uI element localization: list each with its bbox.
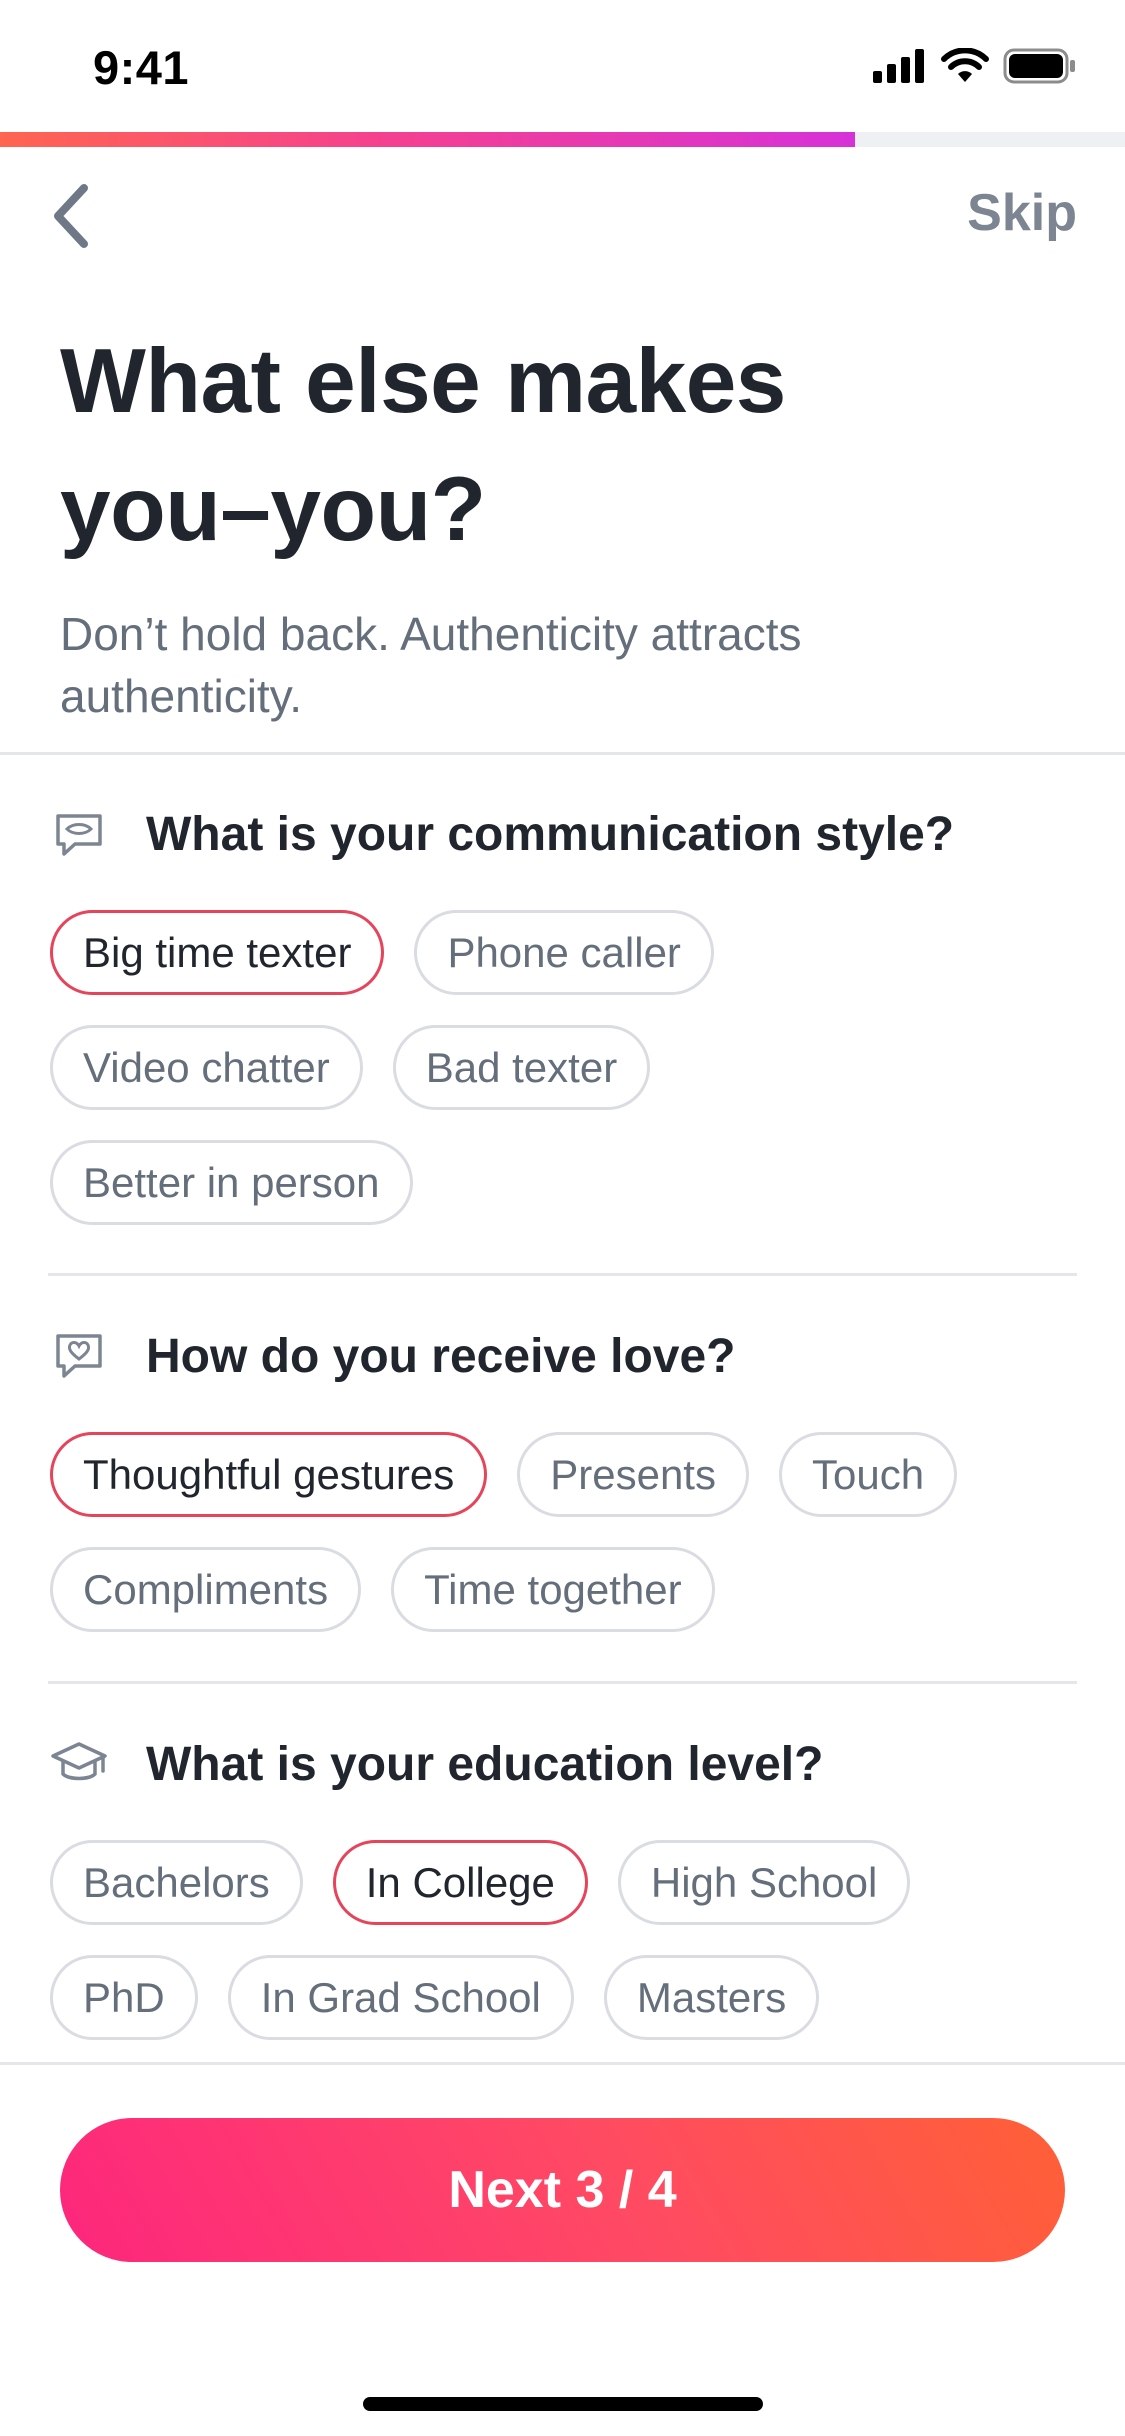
chevron-left-icon <box>54 184 88 248</box>
chip-row: Compliments Time together <box>50 1547 715 1632</box>
graduation-cap-icon <box>50 1735 108 1793</box>
page-title-line-1: What else makes <box>60 331 786 432</box>
chip-row: Bachelors In College High School <box>50 1840 911 1925</box>
skip-button[interactable]: Skip <box>967 183 1077 243</box>
chip-option[interactable]: Presents <box>517 1432 749 1517</box>
footer-divider <box>0 2062 1125 2065</box>
status-bar: 9:41 <box>0 0 1125 132</box>
chip-row: Video chatter Bad texter <box>50 1025 651 1110</box>
chip-option[interactable]: Compliments <box>50 1547 362 1632</box>
section-divider <box>48 1273 1077 1276</box>
chip-option[interactable]: Big time texter <box>50 910 385 995</box>
chip-row: Big time texter Phone caller <box>50 910 714 995</box>
page-title-line-2: you–you? <box>60 459 486 560</box>
section-divider <box>48 1681 1077 1684</box>
section-header-education: What is your education level? <box>50 1735 823 1793</box>
chip-option[interactable]: Bad texter <box>392 1025 651 1110</box>
cellular-signal-icon <box>873 49 924 83</box>
status-time: 9:41 <box>93 41 190 94</box>
wifi-icon <box>941 48 989 82</box>
heart-message-icon <box>50 1327 108 1385</box>
chip-option[interactable]: Time together <box>391 1547 715 1632</box>
header-divider <box>0 752 1125 755</box>
chat-bubble-icon <box>50 805 108 863</box>
section-header-communication: What is your communication style? <box>50 805 954 863</box>
battery-icon <box>1003 48 1075 84</box>
section-title: What is your education level? <box>146 1737 824 1791</box>
section-title: What is your communication style? <box>146 807 955 861</box>
status-icons <box>873 48 1077 84</box>
section-header-love: How do you receive love? <box>50 1327 736 1385</box>
page-subtitle: Don’t hold back. Authenticity attracts a… <box>60 608 802 722</box>
chip-option[interactable]: Thoughtful gestures <box>50 1432 488 1517</box>
back-button[interactable] <box>40 180 100 252</box>
progress-bar <box>0 132 1125 147</box>
next-button[interactable]: Next 3 / 4 <box>60 2118 1065 2262</box>
chip-option[interactable]: In Grad School <box>227 1955 574 2040</box>
chip-row: Better in person <box>50 1140 413 1225</box>
onboarding-screen: 9:41 Skip What else makes you–you? Don’t… <box>0 0 1125 2436</box>
page-title: What else makes you–you? <box>60 318 1020 574</box>
chip-option[interactable]: Video chatter <box>50 1025 363 1110</box>
progress-fill <box>0 132 855 147</box>
chip-option[interactable]: PhD <box>50 1955 198 2040</box>
chip-option[interactable]: Phone caller <box>414 910 714 995</box>
section-title: How do you receive love? <box>146 1329 736 1383</box>
chip-option[interactable]: High School <box>617 1840 911 1925</box>
chip-option[interactable]: In College <box>332 1840 588 1925</box>
home-indicator <box>363 2397 763 2411</box>
chip-option[interactable]: Touch <box>778 1432 958 1517</box>
chip-option[interactable]: Masters <box>603 1955 820 2040</box>
chip-row: Thoughtful gestures Presents Touch <box>50 1432 958 1517</box>
chip-option[interactable]: Better in person <box>50 1140 413 1225</box>
chip-option[interactable]: Bachelors <box>50 1840 303 1925</box>
chip-row: PhD In Grad School Masters <box>50 1955 820 2040</box>
